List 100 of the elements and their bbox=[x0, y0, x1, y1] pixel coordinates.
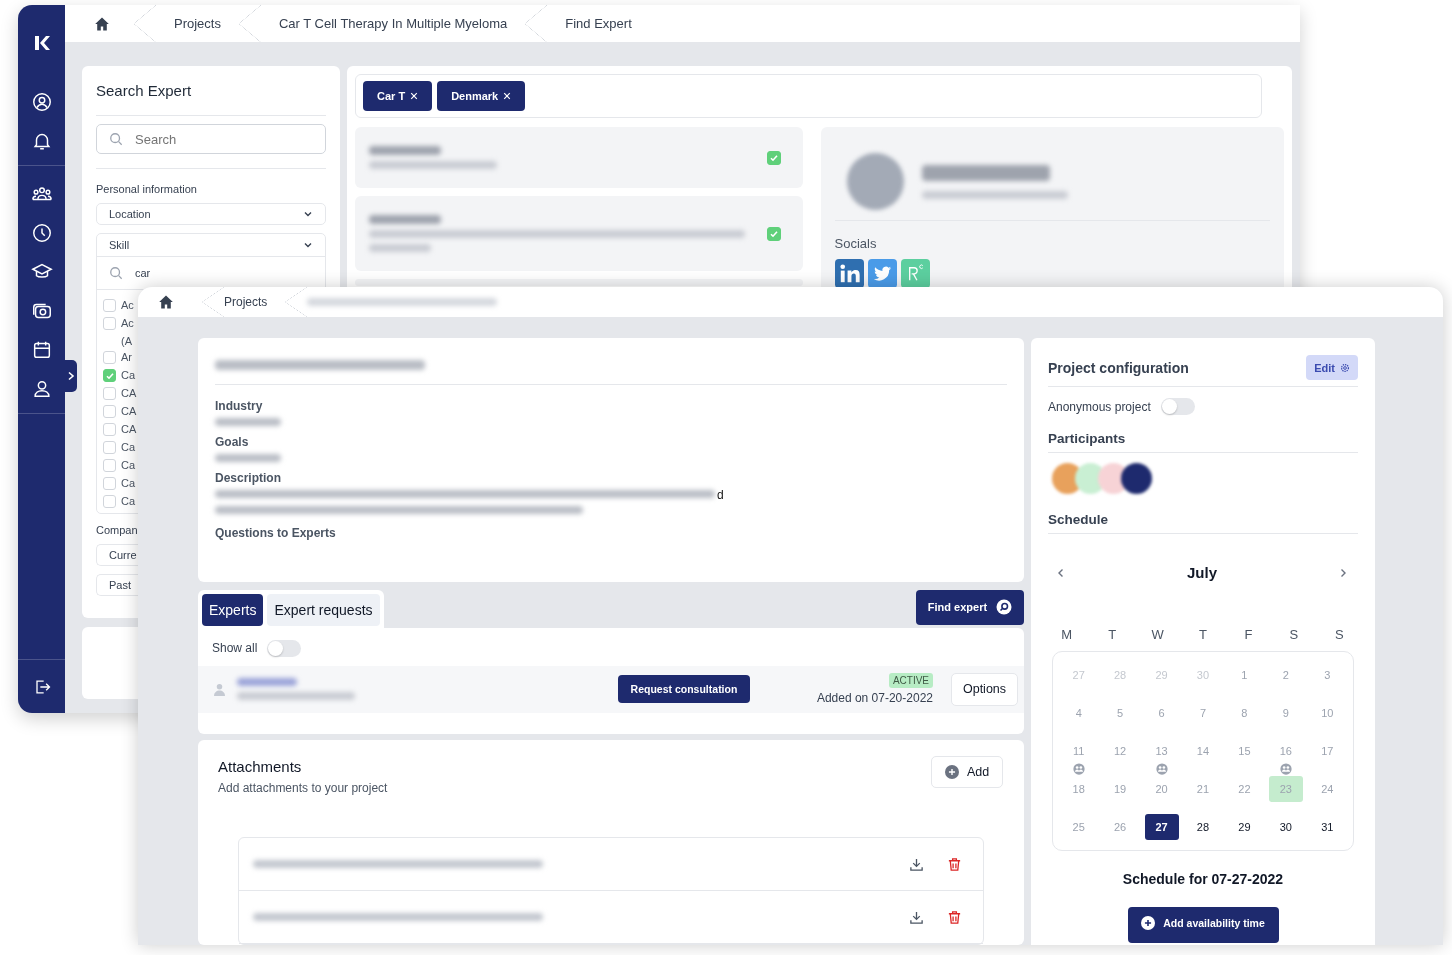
calendar-day[interactable]: 10 bbox=[1310, 700, 1345, 726]
calendar-day[interactable]: 4 bbox=[1061, 700, 1096, 726]
calendar-day[interactable]: 14 bbox=[1186, 738, 1220, 764]
location-select[interactable]: Location bbox=[96, 203, 326, 226]
calendar-day[interactable]: 23 bbox=[1268, 776, 1303, 802]
breadcrumb-link[interactable]: Projects bbox=[174, 16, 221, 31]
bird-icon[interactable] bbox=[867, 259, 897, 288]
calendar-day[interactable]: 12 bbox=[1103, 738, 1138, 764]
tab[interactable]: Experts bbox=[202, 593, 264, 626]
checkbox[interactable] bbox=[103, 351, 116, 365]
checkbox[interactable] bbox=[103, 405, 116, 419]
checkbox[interactable] bbox=[103, 387, 116, 401]
find-expert-button[interactable]: Find expert bbox=[916, 589, 1024, 625]
blurred-text bbox=[369, 244, 431, 252]
calendar-day[interactable]: 31 bbox=[1310, 814, 1345, 840]
breadcrumb-link[interactable]: Find Expert bbox=[565, 16, 632, 31]
field-label: Industry bbox=[215, 399, 264, 413]
calendar-day[interactable]: 20 bbox=[1144, 776, 1179, 802]
checkbox[interactable] bbox=[103, 317, 116, 331]
scholar-network-icon[interactable] bbox=[900, 259, 930, 288]
search-icon bbox=[109, 266, 123, 281]
calendar-day[interactable]: 30 bbox=[1268, 814, 1303, 840]
user-circle-icon[interactable] bbox=[30, 91, 53, 113]
calendar-day[interactable]: 29 bbox=[1227, 814, 1262, 840]
blurred-text bbox=[369, 146, 441, 155]
calendar-day[interactable]: 26 bbox=[1103, 814, 1138, 840]
calendar-day[interactable]: 25 bbox=[1061, 814, 1096, 840]
section-label: Personal information bbox=[96, 183, 198, 196]
add-button[interactable]: Add bbox=[931, 756, 1003, 788]
download-icon[interactable] bbox=[909, 856, 924, 872]
calendar-day[interactable]: 13 bbox=[1144, 738, 1179, 764]
field-label: Goals bbox=[215, 435, 250, 449]
clock-icon[interactable] bbox=[30, 222, 53, 244]
toggle-switch[interactable] bbox=[1160, 398, 1195, 415]
request-consultation-button[interactable]: Request consultation bbox=[618, 675, 750, 704]
calendar-day[interactable]: 17 bbox=[1310, 738, 1345, 764]
checkbox[interactable] bbox=[103, 441, 116, 455]
participant-avatar[interactable] bbox=[1121, 463, 1152, 494]
checkbox[interactable] bbox=[766, 226, 781, 241]
toggle-switch[interactable] bbox=[267, 639, 302, 657]
plus-circle-icon bbox=[1141, 916, 1156, 930]
calendar-day[interactable]: 7 bbox=[1186, 700, 1220, 726]
trash-icon[interactable] bbox=[947, 856, 962, 872]
calendar-day[interactable]: 27 bbox=[1144, 814, 1179, 840]
checkbox[interactable] bbox=[103, 369, 116, 383]
calendar-day[interactable]: 18 bbox=[1061, 776, 1096, 802]
section-title: Participants bbox=[1048, 431, 1127, 446]
panel-title: Search Expert bbox=[96, 82, 193, 99]
checkbox[interactable] bbox=[103, 495, 116, 509]
download-icon[interactable] bbox=[909, 909, 924, 925]
checkbox[interactable] bbox=[766, 150, 781, 165]
check-icon bbox=[768, 152, 779, 163]
calendar-day[interactable]: 27 bbox=[1061, 662, 1096, 688]
options-button[interactable]: Options bbox=[951, 672, 1018, 706]
checkbox[interactable] bbox=[103, 299, 116, 313]
chevron-right-icon[interactable] bbox=[1338, 567, 1348, 578]
chevron-left-icon[interactable] bbox=[1056, 567, 1066, 578]
calendar-day[interactable]: 5 bbox=[1103, 700, 1138, 726]
calendar-day[interactable]: 24 bbox=[1310, 776, 1345, 802]
option-label: Ca bbox=[121, 494, 136, 510]
calendar-day[interactable]: 11 bbox=[1061, 738, 1096, 764]
home-icon[interactable] bbox=[158, 294, 174, 310]
breadcrumb-link[interactable]: Projects bbox=[224, 295, 268, 309]
calendar-day[interactable]: 1 bbox=[1227, 662, 1262, 688]
edit-button[interactable]: Edit bbox=[1306, 355, 1358, 380]
calendar-day[interactable]: 22 bbox=[1227, 776, 1262, 802]
calendar-day[interactable]: 2 bbox=[1268, 662, 1303, 688]
linkedin-icon[interactable] bbox=[834, 259, 864, 288]
calendar-day[interactable]: 6 bbox=[1144, 700, 1179, 726]
calendar-day[interactable]: 21 bbox=[1186, 776, 1220, 802]
calendar-day[interactable]: 16 bbox=[1268, 738, 1303, 764]
checkbox[interactable] bbox=[103, 459, 116, 473]
expand-sidebar-button[interactable] bbox=[65, 360, 77, 392]
calendar-day[interactable]: 30 bbox=[1186, 662, 1220, 688]
breadcrumb-link[interactable]: Car T Cell Therapy In Multiple Myeloma bbox=[278, 16, 508, 31]
search-field[interactable]: Search bbox=[96, 123, 326, 155]
option-label: Ac bbox=[121, 298, 134, 314]
calendar-day[interactable]: 3 bbox=[1310, 662, 1345, 688]
field-label: Questions to Experts bbox=[215, 526, 337, 540]
trash-icon[interactable] bbox=[947, 909, 962, 925]
calendar-day[interactable]: 28 bbox=[1103, 662, 1138, 688]
skill-search-field[interactable]: car bbox=[135, 267, 235, 280]
chevron-right-icon bbox=[66, 371, 76, 381]
checkbox[interactable] bbox=[103, 477, 116, 491]
filter-tag[interactable]: Denmark bbox=[437, 81, 526, 111]
text-fragment: d bbox=[717, 490, 724, 500]
calendar-day[interactable]: 8 bbox=[1227, 700, 1262, 726]
home-icon[interactable] bbox=[94, 15, 110, 32]
skill-select[interactable]: Skill bbox=[97, 234, 325, 258]
calendar-day[interactable]: 28 bbox=[1186, 814, 1220, 840]
expert-card[interactable] bbox=[355, 127, 803, 188]
calendar-day[interactable]: 9 bbox=[1268, 700, 1303, 726]
blurred-text bbox=[237, 678, 297, 687]
calendar-day[interactable]: 29 bbox=[1144, 662, 1179, 688]
search-input[interactable]: Search bbox=[135, 131, 285, 147]
checkbox[interactable] bbox=[103, 423, 116, 437]
calendar-day[interactable]: 19 bbox=[1103, 776, 1138, 802]
calendar-day[interactable]: 15 bbox=[1227, 738, 1262, 764]
filter-tag[interactable]: Car T bbox=[363, 81, 433, 111]
tab[interactable]: Expert requests bbox=[267, 593, 380, 626]
